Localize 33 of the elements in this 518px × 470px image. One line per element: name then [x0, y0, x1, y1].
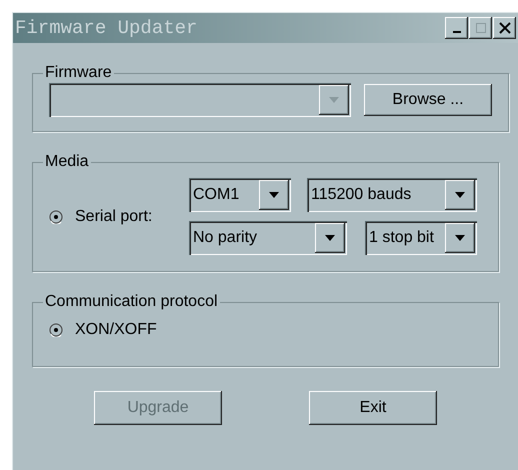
caret-icon — [455, 235, 465, 241]
dropdown-field[interactable]: No parity — [189, 221, 347, 255]
dropdown-field[interactable]: COM1 — [189, 178, 291, 212]
radio-label: Serial port: — [75, 206, 152, 226]
dropdown-value: 1 stop bit — [368, 228, 435, 248]
radio-label: XON/XOFF — [75, 320, 157, 340]
minimize-button[interactable] — [445, 17, 468, 39]
dropdown-arrow-button[interactable] — [259, 180, 289, 210]
radio-button[interactable] — [49, 210, 63, 224]
dropdown-value: 115200 bauds — [310, 185, 412, 205]
caret-icon — [325, 235, 335, 241]
dropdown-value: COM1 — [192, 185, 240, 205]
radio-button[interactable] — [49, 323, 63, 337]
maximize-icon — [474, 22, 486, 34]
caret-icon — [455, 192, 465, 198]
dropdown-field[interactable]: 115200 bauds — [307, 178, 477, 212]
caret-icon — [269, 192, 279, 198]
group-title: Media — [44, 152, 90, 172]
dropdown-field[interactable]: 1 stop bit — [365, 221, 477, 255]
dialog-button[interactable]: Exit — [309, 391, 437, 425]
dropdown-arrow-button[interactable] — [315, 223, 345, 253]
dropdown-arrow-button[interactable] — [445, 223, 475, 253]
dropdown-value: No parity — [192, 228, 258, 248]
close-button[interactable] — [493, 17, 516, 39]
dropdown-arrow-button[interactable] — [445, 180, 475, 210]
browse-button[interactable]: Browse ... — [364, 84, 492, 116]
maximize-button[interactable] — [469, 17, 492, 39]
close-icon — [498, 22, 510, 34]
caret-icon — [329, 97, 339, 103]
minimize-icon — [452, 31, 460, 33]
group-title: Firmware — [44, 63, 113, 83]
group-title: Communication protocol — [44, 292, 219, 312]
window-title: Firmware Updater — [15, 16, 198, 41]
